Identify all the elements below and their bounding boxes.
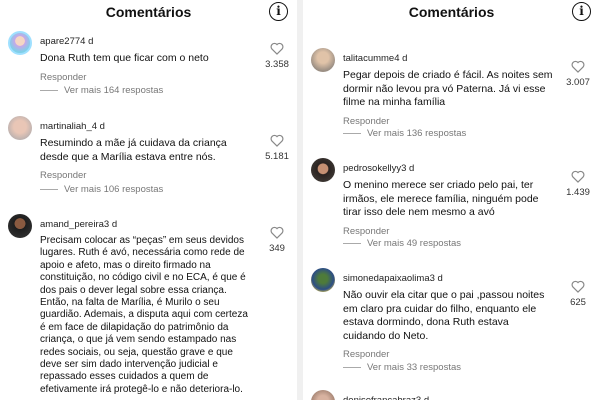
like-button[interactable]: 349 (262, 226, 292, 254)
avatar[interactable] (311, 48, 335, 72)
comment-text: Não ouvir ela citar que o pai ,passou no… (343, 289, 545, 342)
comments-panel-left: Comentários i apare2774 d Dona Ruth tem … (0, 0, 297, 400)
page-title: Comentários (105, 4, 192, 20)
like-count: 349 (269, 243, 285, 254)
heart-icon (571, 60, 585, 73)
comment-username[interactable]: amand_pereira (40, 219, 104, 230)
heart-icon (571, 170, 585, 183)
comment-text: Resumindo a mãe já cuidava da criança de… (40, 137, 227, 163)
info-icon[interactable]: i (572, 2, 591, 21)
view-more-replies[interactable]: Ver mais 33 respostas (343, 362, 461, 373)
comment-age: 4 d (394, 53, 408, 64)
view-more-replies[interactable]: Ver mais 106 respostas (40, 184, 163, 195)
comment-username[interactable]: denisefrancabraz (343, 395, 416, 400)
avatar[interactable] (8, 116, 32, 140)
like-button[interactable]: 3.007 (563, 60, 593, 88)
like-count: 5.181 (265, 151, 289, 162)
like-button[interactable]: 1.439 (563, 170, 593, 198)
heart-icon (270, 134, 284, 147)
comment-meta: talitacumme4 d (343, 48, 553, 66)
comment-username[interactable]: martinaliah_ (40, 121, 92, 132)
comment-username[interactable]: talitacumme (343, 53, 394, 64)
comment-meta: martinaliah_4 d (40, 116, 240, 134)
comment-text: Precisam colocar as “peças” em seus devi… (40, 235, 248, 395)
reply-button[interactable]: Responder (40, 72, 240, 83)
comment-text: Pegar depois de criado é fácil. As noite… (343, 69, 553, 108)
comment-text: Dona Ruth tem que ficar com o neto (40, 52, 209, 64)
like-count: 3.358 (265, 59, 289, 70)
comments-header: Comentários i (0, 0, 297, 26)
heart-icon (270, 42, 284, 55)
comment-username[interactable]: pedrosokellyy (343, 163, 401, 174)
comment-age: 3 d (429, 273, 443, 284)
avatar[interactable] (8, 31, 32, 55)
like-count: 1.439 (566, 187, 590, 198)
comment-text: O menino merece ser criado pelo pai, ter… (343, 179, 539, 218)
page-title: Comentários (408, 4, 495, 20)
heart-icon (571, 280, 585, 293)
reply-button[interactable]: Responder (343, 226, 553, 237)
comment-meta: amand_pereira3 d (40, 214, 248, 232)
avatar[interactable] (311, 268, 335, 292)
heart-icon (270, 226, 284, 239)
comments-header: Comentários i (303, 0, 600, 26)
comment-username[interactable]: simonedapaixaolima (343, 273, 430, 284)
comment-age: 3 d (103, 219, 118, 230)
comment-username[interactable]: apare277 (40, 36, 80, 47)
comment-meta: denisefrancabraz3 d (343, 390, 553, 400)
avatar[interactable] (311, 158, 335, 182)
avatar[interactable] (311, 390, 335, 400)
like-button[interactable]: 625 (563, 280, 593, 308)
comment-meta: pedrosokellyy3 d (343, 158, 553, 176)
comment-age: 4 d (91, 121, 105, 132)
like-count: 3.007 (566, 77, 590, 88)
reply-button[interactable]: Responder (343, 116, 553, 127)
info-icon[interactable]: i (269, 2, 288, 21)
view-more-replies[interactable]: Ver mais 49 respostas (343, 238, 461, 249)
comment-meta: apare2774 d (40, 31, 240, 49)
comment-age: 3 d (416, 395, 429, 400)
reply-button[interactable]: Responder (343, 349, 553, 360)
like-button[interactable]: 3.358 (262, 42, 292, 70)
avatar[interactable] (8, 214, 32, 238)
comments-panel-right: Comentários i talitacumme4 d Pegar depoi… (303, 0, 600, 400)
like-count: 625 (570, 297, 586, 308)
comment-age: 3 d (401, 163, 415, 174)
view-more-replies[interactable]: Ver mais 164 respostas (40, 85, 163, 96)
view-more-replies[interactable]: Ver mais 136 respostas (343, 128, 466, 139)
like-button[interactable]: 5.181 (262, 134, 292, 162)
comment-meta: simonedapaixaolima3 d (343, 268, 553, 286)
reply-button[interactable]: Responder (40, 170, 240, 181)
comment-age: 4 d (80, 36, 94, 47)
